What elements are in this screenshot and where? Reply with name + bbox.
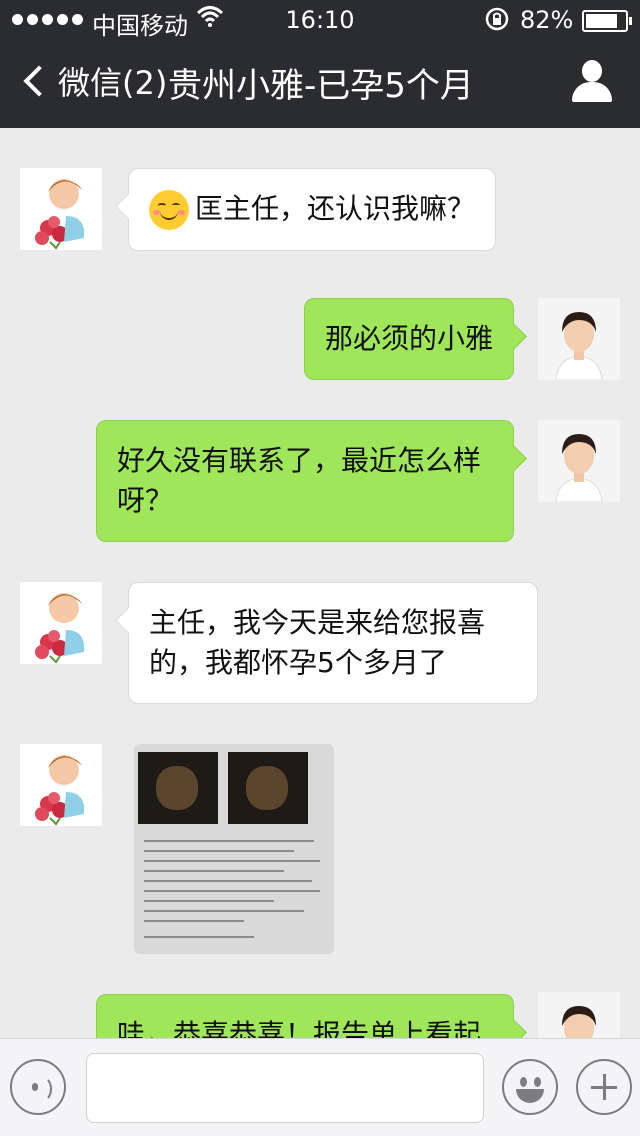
rotation-lock-icon: [484, 6, 510, 38]
ultrasound-scan-left: [138, 752, 218, 824]
nav-bar: 微信(2) 贵州小雅-已孕5个月: [0, 40, 640, 128]
doctor-photo-icon: [538, 298, 620, 380]
battery-icon: [582, 10, 632, 32]
cartoon-girl-avatar-icon: [20, 582, 102, 664]
message-text: 好久没有联系了，最近怎么样呀？: [117, 444, 482, 517]
message-input[interactable]: [86, 1053, 484, 1123]
chevron-left-icon: [23, 65, 55, 97]
message-text: 那必须的小雅: [325, 322, 494, 355]
avatar-xiaoya[interactable]: [20, 744, 102, 826]
cartoon-girl-avatar-icon: [20, 168, 102, 250]
smile-emoji-icon: [149, 190, 189, 230]
message-bubble-sent[interactable]: 那必须的小雅: [304, 298, 514, 380]
chat-title: 贵州小雅-已孕5个月: [168, 66, 474, 106]
battery-fill: [586, 14, 617, 28]
plus-icon[interactable]: [576, 1059, 632, 1115]
emoji-icon[interactable]: [502, 1059, 558, 1115]
person-icon[interactable]: [572, 60, 612, 104]
message-bubble-sent[interactable]: 哇，恭喜恭喜！报告单上看起: [96, 994, 514, 1038]
message-bubble-sent[interactable]: 好久没有联系了，最近怎么样呀？: [96, 420, 514, 542]
chat-area[interactable]: 匡主任，还认识我嘛？ 那必须的小雅 好久没有联系了，最近怎么样呀？ 主任，我今天…: [0, 128, 640, 1038]
message-bubble-received[interactable]: 匡主任，还认识我嘛？: [128, 168, 496, 251]
avatar-doctor[interactable]: [538, 298, 620, 380]
cartoon-girl-avatar-icon: [20, 744, 102, 826]
ultrasound-report-image[interactable]: [134, 744, 334, 954]
message-bubble-received[interactable]: 主任，我今天是来给您报喜的，我都怀孕5个多月了: [128, 582, 538, 704]
voice-icon[interactable]: [10, 1059, 66, 1115]
back-button[interactable]: 微信(2): [20, 58, 167, 104]
back-label: 微信(2): [58, 64, 168, 102]
ultrasound-scan-right: [228, 752, 308, 824]
message-text: 哇，恭喜恭喜！报告单上看起: [117, 1018, 482, 1038]
avatar-doctor[interactable]: [538, 992, 620, 1038]
input-bar: [0, 1038, 640, 1136]
avatar-xiaoya[interactable]: [20, 582, 102, 664]
doctor-photo-icon: [538, 992, 620, 1038]
avatar-doctor[interactable]: [538, 420, 620, 502]
top-bar: 中国移动 16:10 82% 微信(2) 贵州小雅-已孕5个月: [0, 0, 640, 128]
message-text: 匡主任，还认识我嘛？: [195, 192, 476, 225]
battery-percent: 82%: [520, 6, 574, 34]
message-text: 主任，我今天是来给您报喜的，我都怀孕5个多月了: [149, 606, 486, 679]
status-bar: 中国移动 16:10 82%: [0, 0, 640, 40]
doctor-photo-icon: [538, 420, 620, 502]
avatar-xiaoya[interactable]: [20, 168, 102, 250]
